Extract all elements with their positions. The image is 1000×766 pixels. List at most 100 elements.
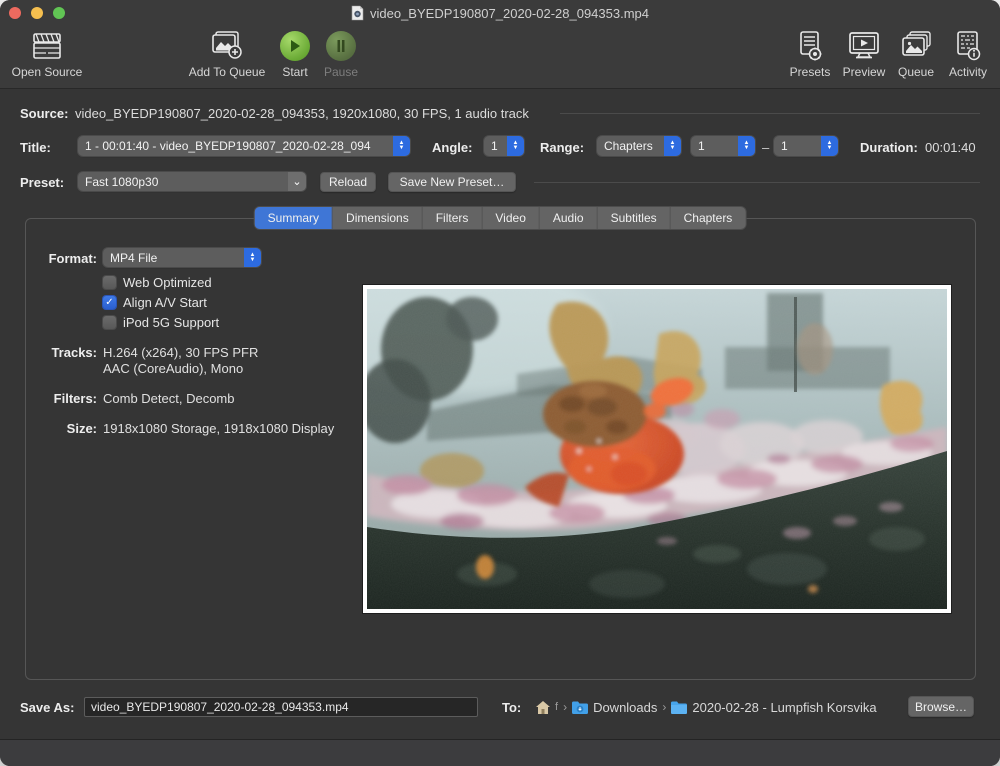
preset-label: Preset:	[20, 175, 64, 190]
stepper-icon: ▲▼	[393, 136, 410, 156]
breadcrumb-separator: ›	[563, 700, 567, 714]
ipod-5g-label: iPod 5G Support	[123, 315, 219, 330]
add-to-queue-label: Add To Queue	[178, 65, 276, 79]
title-label: Title:	[20, 140, 51, 155]
format-label: Format:	[20, 251, 97, 266]
align-av-start-checkbox[interactable]: ✓ Align A/V Start	[103, 294, 207, 310]
range-to-popup[interactable]: 1 ▲▼	[774, 136, 838, 156]
range-to-value: 1	[774, 136, 821, 156]
tab-bar: Summary Dimensions Filters Video Audio S…	[255, 207, 746, 229]
angle-label: Angle:	[432, 140, 472, 155]
stepper-icon: ▲▼	[738, 136, 755, 156]
chevron-down-icon: ⌄	[288, 172, 306, 191]
checkbox-checked-icon: ✓	[103, 296, 116, 309]
angle-popup[interactable]: 1 ▲▼	[484, 136, 524, 156]
document-proxy-icon	[351, 5, 364, 21]
reload-button[interactable]: Reload	[320, 172, 376, 192]
source-value: video_BYEDP190807_2020-02-28_094353, 192…	[75, 106, 529, 121]
duration-value: 00:01:40	[925, 140, 976, 155]
source-label: Source:	[20, 106, 68, 121]
preview-button[interactable]: Preview	[838, 29, 890, 85]
size-value: 1918x1080 Storage, 1918x1080 Display	[103, 421, 334, 436]
range-type-value: Chapters	[597, 136, 664, 156]
duration-label: Duration:	[860, 140, 918, 155]
tab-summary[interactable]: Summary	[255, 207, 333, 229]
activity-button[interactable]: Activity	[942, 29, 994, 85]
preview-icon	[847, 30, 881, 62]
save-as-label: Save As:	[20, 700, 74, 715]
activity-icon	[953, 30, 983, 62]
preview-label: Preview	[838, 65, 890, 79]
angle-popup-value: 1	[484, 136, 507, 156]
to-label: To:	[502, 700, 521, 715]
range-from-value: 1	[691, 136, 738, 156]
format-popup[interactable]: MP4 File ▲▼	[103, 248, 261, 267]
activity-label: Activity	[942, 65, 994, 79]
pause-icon	[326, 31, 356, 61]
queue-icon	[898, 30, 934, 62]
video-preview-frame	[363, 285, 951, 613]
pause-button: Pause	[315, 29, 367, 85]
save-new-preset-button[interactable]: Save New Preset…	[388, 172, 516, 192]
browse-button[interactable]: Browse…	[908, 696, 974, 717]
filters-value: Comb Detect, Decomb	[103, 391, 235, 406]
range-type-popup[interactable]: Chapters ▲▼	[597, 136, 681, 156]
breadcrumb-user: f	[555, 701, 558, 713]
source-divider	[560, 113, 980, 114]
tracks-line2: AAC (CoreAudio), Mono	[103, 361, 243, 376]
window-chrome: video_BYEDP190807_2020-02-28_094353.mp4 …	[0, 0, 1000, 89]
folder-icon	[671, 701, 687, 714]
stepper-icon: ▲▼	[507, 136, 524, 156]
tab-dimensions[interactable]: Dimensions	[333, 207, 423, 229]
add-to-queue-button[interactable]: Add To Queue	[178, 29, 276, 85]
ipod-5g-checkbox[interactable]: ✓ iPod 5G Support	[103, 314, 219, 330]
video-preview-image	[367, 289, 947, 609]
preset-combo[interactable]: Fast 1080p30 ⌄	[78, 172, 306, 191]
title-popup[interactable]: 1 - 00:01:40 - video_BYEDP190807_2020-02…	[78, 136, 410, 156]
presets-label: Presets	[785, 65, 835, 79]
queue-label: Queue	[892, 65, 940, 79]
web-optimized-label: Web Optimized	[123, 275, 212, 290]
tab-video[interactable]: Video	[482, 207, 539, 229]
range-dash: –	[762, 140, 769, 155]
status-bar	[0, 739, 1000, 766]
handbrake-window: video_BYEDP190807_2020-02-28_094353.mp4 …	[0, 0, 1000, 766]
range-label: Range:	[540, 140, 584, 155]
stepper-icon: ▲▼	[244, 248, 261, 267]
titlebar[interactable]: video_BYEDP190807_2020-02-28_094353.mp4	[0, 0, 1000, 26]
checkbox-unchecked-icon: ✓	[103, 276, 116, 289]
align-av-start-label: Align A/V Start	[123, 295, 207, 310]
window-title: video_BYEDP190807_2020-02-28_094353.mp4	[370, 6, 649, 21]
format-popup-value: MP4 File	[103, 248, 244, 267]
tab-chapters[interactable]: Chapters	[671, 207, 746, 229]
preset-combo-value: Fast 1080p30	[78, 172, 288, 191]
tracks-label: Tracks:	[20, 345, 97, 360]
size-label: Size:	[20, 421, 97, 436]
presets-icon	[795, 30, 825, 62]
home-icon	[536, 701, 550, 714]
stepper-icon: ▲▼	[664, 136, 681, 156]
open-source-button[interactable]: Open Source	[2, 29, 92, 85]
clapperboard-icon	[29, 31, 65, 61]
start-play-icon	[280, 31, 310, 61]
queue-button[interactable]: Queue	[892, 29, 940, 85]
preset-divider	[534, 182, 980, 183]
stepper-icon: ▲▼	[821, 136, 838, 156]
save-as-input[interactable]	[84, 697, 478, 717]
tab-filters[interactable]: Filters	[423, 207, 483, 229]
add-to-queue-icon	[208, 30, 246, 62]
start-label: Start	[271, 65, 319, 79]
downloads-folder-icon	[572, 701, 588, 714]
range-from-popup[interactable]: 1 ▲▼	[691, 136, 755, 156]
destination-breadcrumb[interactable]: f › Downloads › 2020-02-28 - Lumpfish Ko…	[536, 697, 877, 717]
tab-audio[interactable]: Audio	[540, 207, 598, 229]
breadcrumb-separator: ›	[662, 700, 666, 714]
open-source-label: Open Source	[2, 65, 92, 79]
presets-button[interactable]: Presets	[785, 29, 835, 85]
start-button[interactable]: Start	[271, 29, 319, 85]
web-optimized-checkbox[interactable]: ✓ Web Optimized	[103, 274, 212, 290]
title-popup-value: 1 - 00:01:40 - video_BYEDP190807_2020-02…	[78, 136, 393, 156]
pause-label: Pause	[315, 65, 367, 79]
tab-subtitles[interactable]: Subtitles	[598, 207, 671, 229]
filters-label: Filters:	[20, 391, 97, 406]
